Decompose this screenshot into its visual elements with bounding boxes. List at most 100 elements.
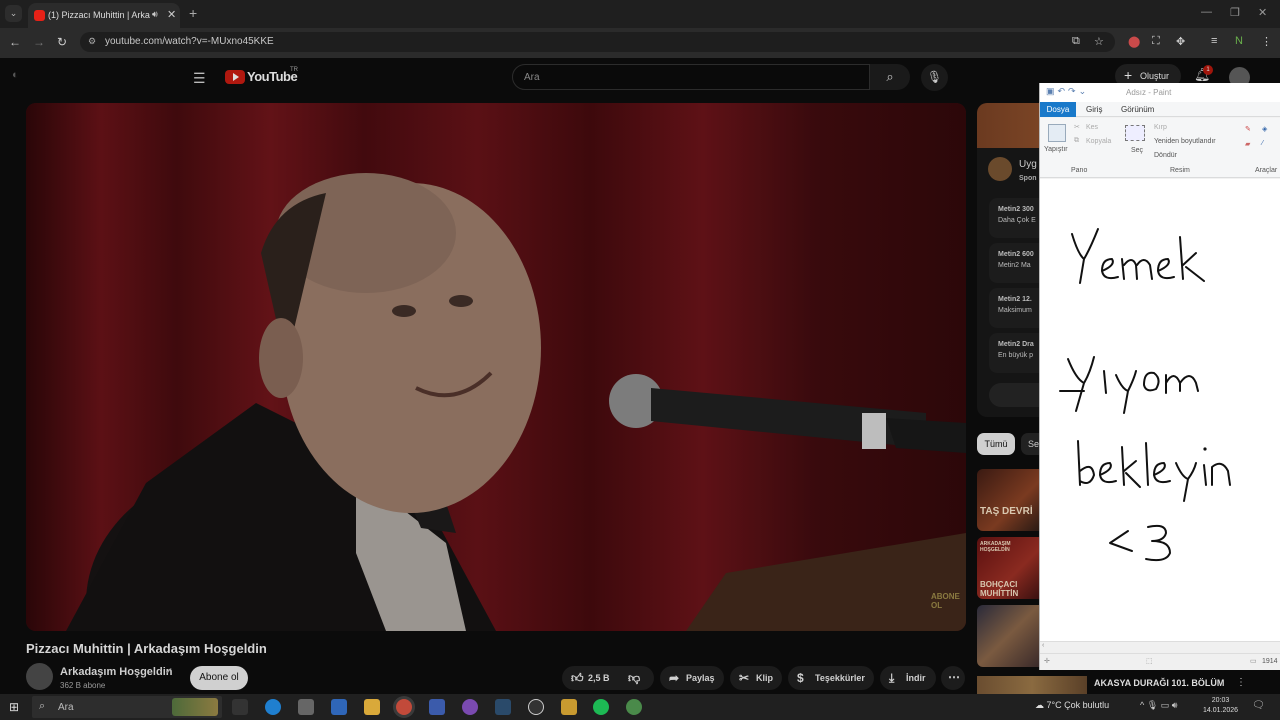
ad-link-row[interactable]: Metin2 12. Maksimum bbox=[989, 288, 1039, 328]
chip-all[interactable]: Tümü bbox=[977, 433, 1015, 455]
advertiser-logo[interactable] bbox=[988, 157, 1012, 181]
cast-icon[interactable]: ◐ bbox=[12, 69, 19, 81]
store-icon[interactable] bbox=[298, 699, 314, 715]
ad-title[interactable]: Uyg bbox=[1019, 159, 1037, 170]
app-icon[interactable] bbox=[462, 699, 478, 715]
resize-button[interactable]: Yeniden boyutlandır bbox=[1154, 138, 1216, 145]
mail-icon[interactable] bbox=[331, 699, 347, 715]
ad-link-row[interactable]: Metin2 Dra En büyük p bbox=[989, 333, 1039, 373]
tab-home[interactable]: Giriş bbox=[1086, 105, 1102, 114]
browser-menu-icon[interactable]: ⋮ bbox=[1261, 35, 1272, 48]
reload-icon[interactable]: ↻ bbox=[57, 35, 67, 49]
ad-banner-image[interactable] bbox=[977, 103, 1039, 148]
tab-search-button[interactable]: ⌄ bbox=[5, 5, 22, 22]
chrome-icon[interactable] bbox=[396, 699, 412, 715]
volume-icon[interactable]: 🔊︎ bbox=[1172, 700, 1178, 710]
paint-canvas[interactable] bbox=[1040, 179, 1280, 641]
edge-icon[interactable] bbox=[265, 699, 281, 715]
paint-horizontal-scrollbar[interactable]: ‹ bbox=[1040, 641, 1280, 653]
app-icon[interactable] bbox=[528, 699, 544, 715]
chip-second[interactable]: Se bbox=[1021, 433, 1039, 455]
more-actions-button[interactable]: ⋯ bbox=[941, 666, 965, 690]
minimize-icon[interactable]: — bbox=[1201, 6, 1212, 18]
microphone-icon[interactable]: 🎙︎ bbox=[921, 64, 948, 91]
recommended-thumbnail[interactable]: ARKADAŞIM HOŞGELDİN BOHÇACI MUHİTTİN bbox=[977, 537, 1039, 599]
app-icon[interactable] bbox=[429, 699, 445, 715]
site-info-icon[interactable]: ⚙ bbox=[88, 36, 96, 47]
like-count[interactable]: 2,5 B bbox=[588, 673, 610, 683]
url-input[interactable]: ⚙ youtube.com/watch?v=-MUxno45KKE bbox=[80, 32, 1115, 52]
subscribe-button[interactable]: Abone ol bbox=[190, 666, 248, 690]
paste-button[interactable]: Yapıştır bbox=[1044, 146, 1068, 153]
search-input[interactable]: Ara bbox=[512, 64, 870, 90]
extension-icon[interactable]: ⛶ bbox=[1152, 35, 1160, 48]
forward-icon[interactable]: → bbox=[33, 35, 45, 49]
recommended-thumbnail[interactable]: TAŞ DEVRİ bbox=[977, 469, 1039, 531]
search-icon[interactable]: ⌕ bbox=[870, 64, 910, 90]
tab-view[interactable]: Görünüm bbox=[1121, 105, 1154, 114]
clip-button[interactable]: ✂ Klip bbox=[730, 666, 782, 690]
weather-widget[interactable]: ☁ 7°C Çok bulutlu bbox=[1035, 700, 1109, 711]
media-control-icon[interactable]: ≡ bbox=[1211, 35, 1217, 47]
video-player[interactable] bbox=[26, 103, 966, 631]
network-icon[interactable]: ▭ bbox=[1161, 700, 1170, 710]
bookmark-star-icon[interactable]: ☆ bbox=[1094, 35, 1104, 48]
notification-center-icon[interactable]: 🗨︎ bbox=[1252, 700, 1265, 711]
back-icon[interactable]: ← bbox=[9, 35, 21, 49]
share-button[interactable]: ➦ Paylaş bbox=[660, 666, 724, 690]
ad-link-row[interactable]: Metin2 600 Metin2 Ma bbox=[989, 243, 1039, 283]
dislike-icon[interactable]: 👎︎ bbox=[628, 671, 640, 686]
scroll-left-icon[interactable]: ‹ bbox=[1042, 642, 1044, 649]
paint-window[interactable]: ▣↶↷⌄ Adsız - Paint Dosya Giriş Görünüm Y… bbox=[1039, 83, 1280, 670]
profile-icon[interactable]: N bbox=[1235, 35, 1243, 47]
subscribe-watermark[interactable]: ABONE OL bbox=[931, 592, 961, 610]
audio-playing-icon[interactable]: 🔊︎ bbox=[152, 9, 158, 20]
color-picker-icon[interactable]: ⁄ bbox=[1262, 140, 1263, 147]
thanks-button[interactable]: $ Teşekkürler bbox=[788, 666, 874, 690]
app-icon[interactable] bbox=[561, 699, 577, 715]
new-tab-button[interactable]: + bbox=[189, 5, 197, 21]
windows-start-icon[interactable]: ⊞ bbox=[9, 700, 19, 714]
chevron-up-icon[interactable]: ^ bbox=[1140, 700, 1144, 710]
close-tab-icon[interactable]: ✕ bbox=[167, 8, 176, 21]
quick-access-icons[interactable]: ▣↶↷⌄ bbox=[1046, 86, 1089, 97]
extension-badge-icon[interactable]: ⬤ bbox=[1128, 35, 1140, 48]
install-app-icon[interactable]: ⧉ bbox=[1072, 35, 1080, 48]
spotify-icon[interactable] bbox=[593, 699, 609, 715]
pencil-icon[interactable]: ✎ bbox=[1245, 125, 1251, 133]
close-window-icon[interactable]: ✕ bbox=[1258, 6, 1267, 19]
app-icon[interactable] bbox=[626, 699, 642, 715]
eraser-icon[interactable]: ▰ bbox=[1245, 140, 1250, 148]
ad-link-row[interactable]: Metin2 300 Daha Çok E bbox=[989, 198, 1039, 238]
download-button[interactable]: ⤓ İndir bbox=[880, 666, 936, 690]
copy-button[interactable]: Kopyala bbox=[1086, 138, 1111, 145]
select-button[interactable]: Seç bbox=[1131, 147, 1143, 154]
extensions-puzzle-icon[interactable]: ✥ bbox=[1176, 35, 1185, 48]
recommended-title[interactable]: AKASYA DURAĞI 101. BÖLÜM bbox=[1094, 678, 1224, 688]
taskbar-search-input[interactable]: ⌕ Ara bbox=[32, 696, 222, 718]
sponsored-card[interactable]: Uyg Spon Metin2 300 Daha Çok E Metin2 60… bbox=[977, 103, 1039, 417]
youtube-logo-icon[interactable] bbox=[225, 70, 245, 84]
task-view-icon[interactable] bbox=[232, 699, 248, 715]
channel-name[interactable]: Arkadaşım Hoşgeldin bbox=[60, 666, 172, 678]
recommended-thumbnail[interactable] bbox=[977, 605, 1039, 667]
ad-cta-button[interactable] bbox=[989, 383, 1039, 407]
more-icon[interactable]: ⋮ bbox=[1236, 677, 1246, 688]
browser-tab-active[interactable]: (1) Pizzacı Muhittin | Arkada 🔊︎ ✕ bbox=[28, 3, 180, 28]
select-icon[interactable] bbox=[1125, 125, 1145, 141]
taskbar-clock[interactable]: 20:03 14.01.2026 bbox=[1203, 696, 1238, 716]
channel-avatar[interactable] bbox=[26, 663, 53, 690]
tab-file[interactable]: Dosya bbox=[1040, 102, 1076, 117]
system-tray[interactable]: ^ 🎙︎ ▭ 🔊︎ bbox=[1140, 700, 1177, 711]
rotate-button[interactable]: Döndür bbox=[1154, 152, 1177, 159]
crop-button[interactable]: Kırp bbox=[1154, 124, 1167, 131]
recommended-thumbnail[interactable] bbox=[977, 676, 1087, 694]
mic-icon[interactable]: 🎙︎ bbox=[1147, 700, 1158, 710]
like-icon[interactable]: 👍︎ bbox=[571, 671, 584, 686]
cut-button[interactable]: Kes bbox=[1086, 124, 1098, 131]
hamburger-menu-icon[interactable]: ☰ bbox=[193, 70, 206, 87]
steam-icon[interactable] bbox=[495, 699, 511, 715]
maximize-icon[interactable]: ❐ bbox=[1230, 6, 1240, 19]
file-explorer-icon[interactable] bbox=[364, 699, 380, 715]
clipboard-icon[interactable] bbox=[1048, 124, 1066, 142]
